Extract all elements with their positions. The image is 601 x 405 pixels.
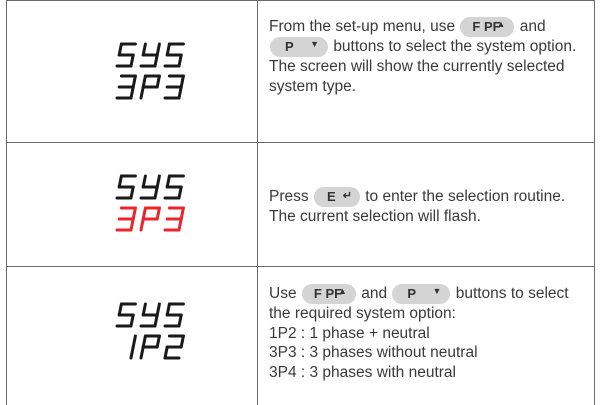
instruction-table: From the set-up menu, use F PF ▲ and P ▼ b… xyxy=(6,0,595,405)
segment-f xyxy=(141,74,147,89)
display-sys-3p3 xyxy=(114,40,194,104)
segment-f xyxy=(141,206,147,221)
p-down-button: P ▼ xyxy=(270,37,328,57)
e-enter-button: E ↵ xyxy=(313,187,360,207)
segment-c xyxy=(153,313,159,328)
row-3-text-a: Use xyxy=(269,285,297,303)
display-sys-3p3-flashing xyxy=(114,172,194,236)
option-3p3: 3P3 : 3 phases without neutral xyxy=(269,344,478,361)
segment-c xyxy=(177,313,183,328)
segment-e xyxy=(163,345,169,360)
segment-c xyxy=(129,53,135,68)
segment-e xyxy=(139,345,145,360)
row-3-instructions: Use F PF ▲ and P ▼ buttons to select the r… xyxy=(269,284,593,382)
segment-c xyxy=(129,85,135,100)
seven-segment-display xyxy=(115,302,185,360)
segment-b xyxy=(155,302,161,317)
segment-b xyxy=(131,206,137,221)
row-2-text-a: Press xyxy=(269,188,309,206)
segment-f xyxy=(117,42,123,57)
table-border-right xyxy=(594,0,595,405)
segment-b xyxy=(155,174,161,189)
segment-b xyxy=(155,74,161,89)
fpf-up-button: F PF ▲ xyxy=(460,17,515,37)
segment-f xyxy=(165,42,171,57)
row-2-instructions: Press E ↵ to enter the selection routine.… xyxy=(269,187,593,227)
segment-b xyxy=(155,42,161,57)
row-3-text-b: and xyxy=(361,285,388,303)
seven-segment-display xyxy=(115,174,185,232)
segment-b xyxy=(155,206,161,221)
segment-b xyxy=(179,74,185,89)
table-border-left xyxy=(6,0,7,405)
display-sys-1p2 xyxy=(114,300,194,364)
p-down-button: P ▼ xyxy=(392,284,451,304)
row-divider xyxy=(6,266,595,267)
row-1-instructions: From the set-up menu, use F PF ▲ and P ▼ b… xyxy=(269,17,593,96)
seven-segment-display xyxy=(115,42,185,100)
segment-b xyxy=(179,334,185,349)
enter-arrow-icon: ↵ xyxy=(342,190,352,202)
segment-c xyxy=(153,53,159,68)
table-border-top xyxy=(6,0,595,1)
row-divider xyxy=(6,142,595,143)
segment-c xyxy=(177,217,183,232)
row-1-text-b: and xyxy=(519,18,546,36)
down-arrow-icon: ▼ xyxy=(432,286,442,296)
option-1p2: 1P2 : 1 phase + neutral xyxy=(269,324,430,342)
segment-b xyxy=(179,206,185,221)
segment-c xyxy=(129,185,135,200)
up-arrow-icon: ▲ xyxy=(496,19,506,29)
segment-f xyxy=(141,42,147,57)
segment-f xyxy=(165,174,171,189)
segment-c xyxy=(129,345,135,360)
segment-b xyxy=(131,334,137,349)
fpf-up-button: F PF ▲ xyxy=(301,284,356,304)
segment-c xyxy=(153,185,159,200)
option-3p4: 3P4 : 3 phases with neutral xyxy=(269,363,456,381)
segment-f xyxy=(117,302,123,317)
segment-c xyxy=(177,85,183,100)
segment-f xyxy=(141,174,147,189)
segment-f xyxy=(141,334,147,349)
segment-b xyxy=(155,334,161,349)
segment-e xyxy=(139,85,145,100)
down-arrow-icon: ▼ xyxy=(310,39,319,49)
segment-e xyxy=(139,217,145,232)
segment-f xyxy=(165,302,171,317)
column-divider xyxy=(257,0,258,405)
segment-c xyxy=(177,53,183,68)
segment-c xyxy=(177,185,183,200)
segment-b xyxy=(131,74,137,89)
segment-f xyxy=(117,174,123,189)
segment-f xyxy=(141,302,147,317)
row-1-text-a: From the set-up menu, use xyxy=(269,18,456,36)
segment-c xyxy=(129,313,135,328)
segment-c xyxy=(129,217,135,232)
up-arrow-icon: ▲ xyxy=(337,286,347,296)
